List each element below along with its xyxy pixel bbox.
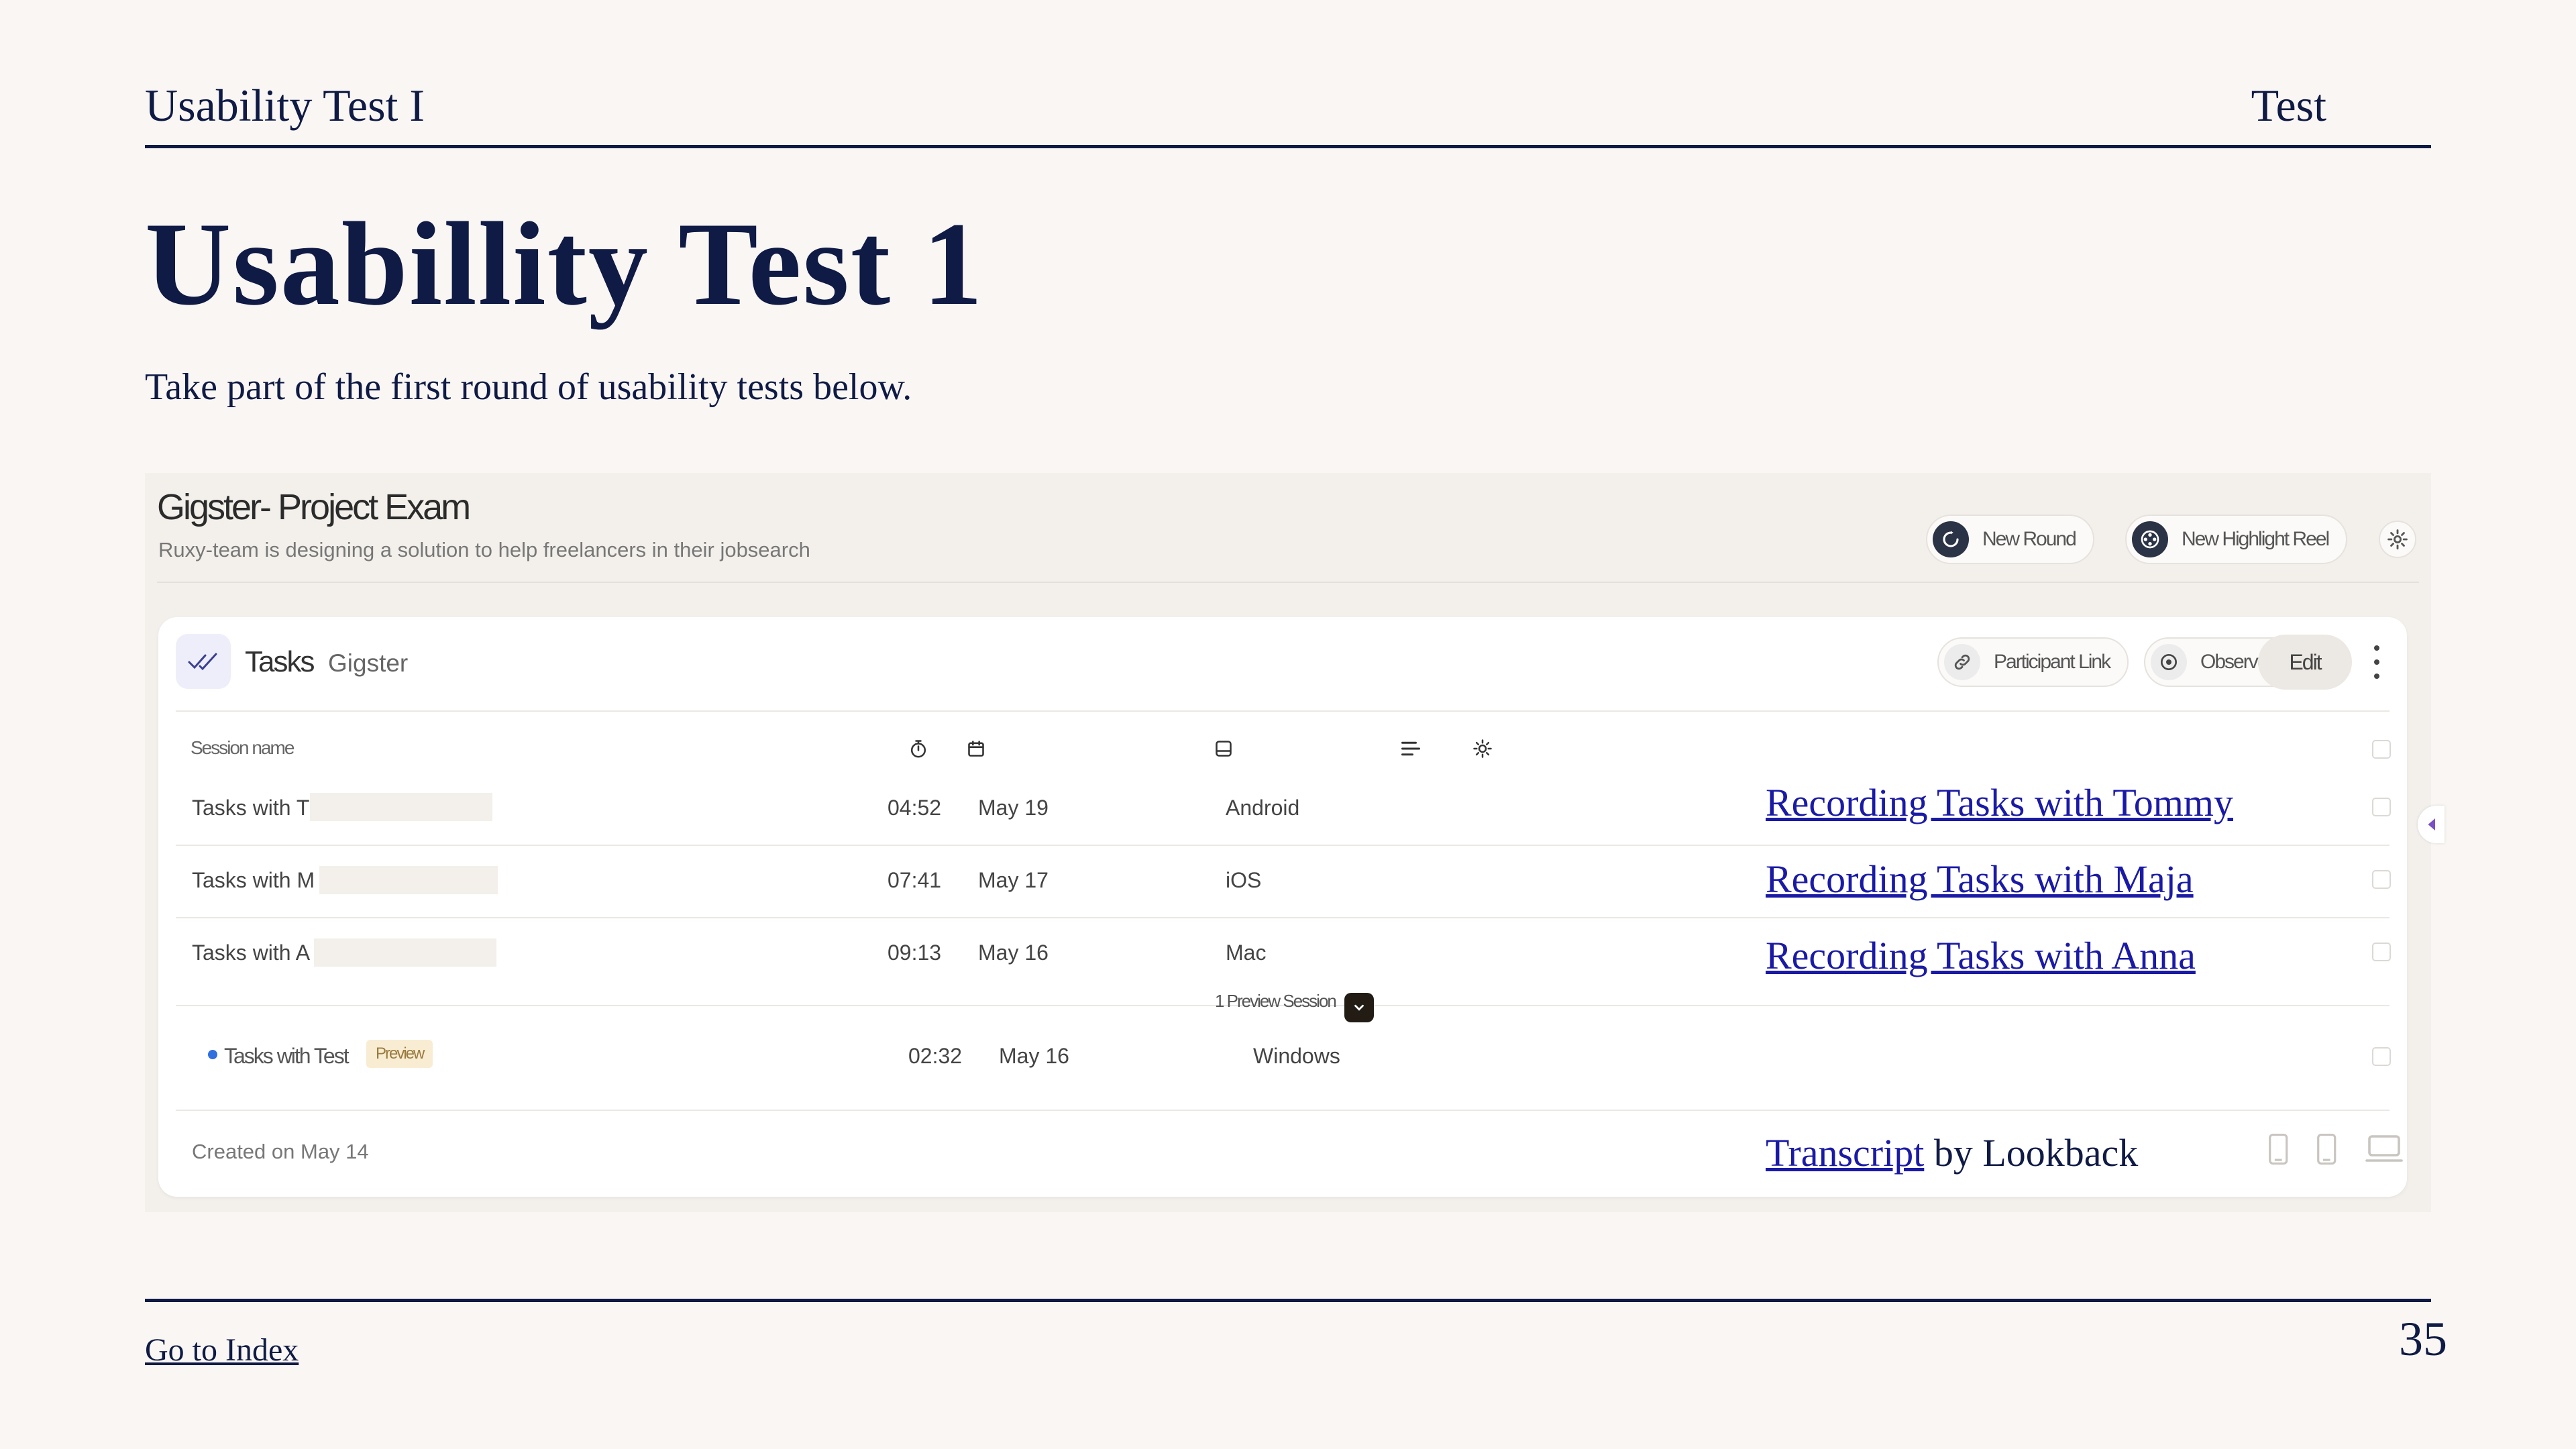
recording-link-maja[interactable]: Recording Tasks with Maja <box>1766 857 2194 902</box>
created-on-label: Created on May 14 <box>192 1140 369 1163</box>
session-duration: 09:13 <box>888 941 942 965</box>
chevron-down-icon[interactable] <box>1344 993 1374 1022</box>
project-title: Gigster- Project Exam <box>157 487 471 527</box>
transcript-line: Transcript by Lookback <box>1766 1130 2138 1175</box>
transcript-by-label: by Lookback <box>1924 1131 2139 1175</box>
align-left-icon[interactable] <box>1399 737 1422 760</box>
more-options-icon[interactable] <box>2372 645 2381 679</box>
select-all-checkbox[interactable] <box>2372 740 2391 759</box>
desktop-device-icon[interactable] <box>2365 1132 2403 1168</box>
redacted-name-mask <box>310 793 492 821</box>
new-highlight-reel-button[interactable]: New Highlight Reel <box>2125 515 2348 564</box>
category-label: Test <box>2251 80 2326 131</box>
session-date: May 16 <box>999 1044 1069 1068</box>
session-date: May 17 <box>978 868 1049 892</box>
section-title: Usability Test I <box>145 80 425 131</box>
recording-link-anna[interactable]: Recording Tasks with Anna <box>1766 933 2196 978</box>
side-panel-toggle-icon[interactable] <box>2418 806 2445 843</box>
participant-link-button[interactable]: Participant Link <box>1937 637 2129 687</box>
redacted-name-mask <box>314 938 496 967</box>
sun-icon[interactable] <box>1471 737 1494 760</box>
recording-link-tommy[interactable]: Recording Tasks with Tommy <box>1766 780 2233 825</box>
row-checkbox[interactable] <box>2372 870 2391 889</box>
row-divider <box>176 845 2390 846</box>
link-icon <box>1944 644 1980 680</box>
refresh-icon <box>1933 521 1969 557</box>
session-duration: 02:32 <box>908 1044 963 1068</box>
session-date: May 19 <box>978 796 1049 820</box>
page-title: Usabillity Test 1 <box>145 197 984 330</box>
row-divider <box>176 917 2390 918</box>
footer-divider <box>176 1110 2390 1111</box>
calendar-icon[interactable] <box>965 737 987 760</box>
eye-icon <box>2151 644 2187 680</box>
row-checkbox[interactable] <box>2372 943 2391 961</box>
row-checkbox[interactable] <box>2372 798 2391 816</box>
status-dot <box>208 1050 217 1059</box>
project-description: Ruxy-team is designing a solution to hel… <box>158 538 810 561</box>
column-session-name: Session name <box>191 737 294 758</box>
tasks-title: Tasks <box>245 645 315 678</box>
page-number: 35 <box>2399 1312 2447 1366</box>
session-platform: Android <box>1226 796 1300 820</box>
session-duration: 04:52 <box>888 796 942 820</box>
footer-divider-rule <box>145 1299 2431 1302</box>
new-round-label: New Round <box>1982 528 2077 550</box>
participant-link-label: Participant Link <box>1994 651 2111 673</box>
tasks-subtitle: Gigster <box>328 649 409 677</box>
new-highlight-reel-label: New Highlight Reel <box>2182 528 2330 550</box>
ios-device-icon[interactable] <box>2313 1132 2343 1169</box>
tasks-card: Tasks Gigster Participant Link Observer … <box>158 617 2407 1197</box>
go-to-index-link[interactable]: Go to Index <box>145 1332 299 1368</box>
double-check-icon <box>176 634 231 689</box>
device-icon[interactable] <box>1212 737 1235 760</box>
edit-button[interactable]: Edit <box>2258 635 2352 690</box>
page-subtitle: Take part of the first round of usabilit… <box>145 366 912 408</box>
session-platform: Mac <box>1226 941 1267 965</box>
session-platform: iOS <box>1226 868 1262 892</box>
session-name: Tasks with Test <box>224 1044 350 1068</box>
reel-icon <box>2132 521 2168 557</box>
redacted-name-mask <box>319 866 498 894</box>
header-divider <box>145 145 2431 148</box>
session-name: Tasks with M <box>192 868 315 892</box>
lookback-screenshot-panel: Gigster- Project Exam Ruxy-team is desig… <box>145 473 2445 1212</box>
session-name: Tasks with T <box>192 796 310 820</box>
session-date: May 16 <box>978 941 1049 965</box>
android-device-icon[interactable] <box>2265 1132 2294 1169</box>
stopwatch-icon[interactable] <box>907 737 930 760</box>
project-divider <box>157 582 2419 583</box>
card-header-divider <box>176 710 2390 712</box>
preview-session-separator: 1 Preview Session <box>1215 991 1337 1011</box>
transcript-link[interactable]: Transcript <box>1766 1131 1924 1175</box>
session-name: Tasks with A <box>192 941 311 965</box>
settings-gear-icon[interactable] <box>2379 521 2416 558</box>
new-round-button[interactable]: New Round <box>1926 515 2094 564</box>
row-checkbox[interactable] <box>2372 1047 2391 1066</box>
session-duration: 07:41 <box>888 868 942 892</box>
session-platform: Windows <box>1253 1044 1340 1068</box>
preview-badge: Preview <box>366 1040 433 1068</box>
